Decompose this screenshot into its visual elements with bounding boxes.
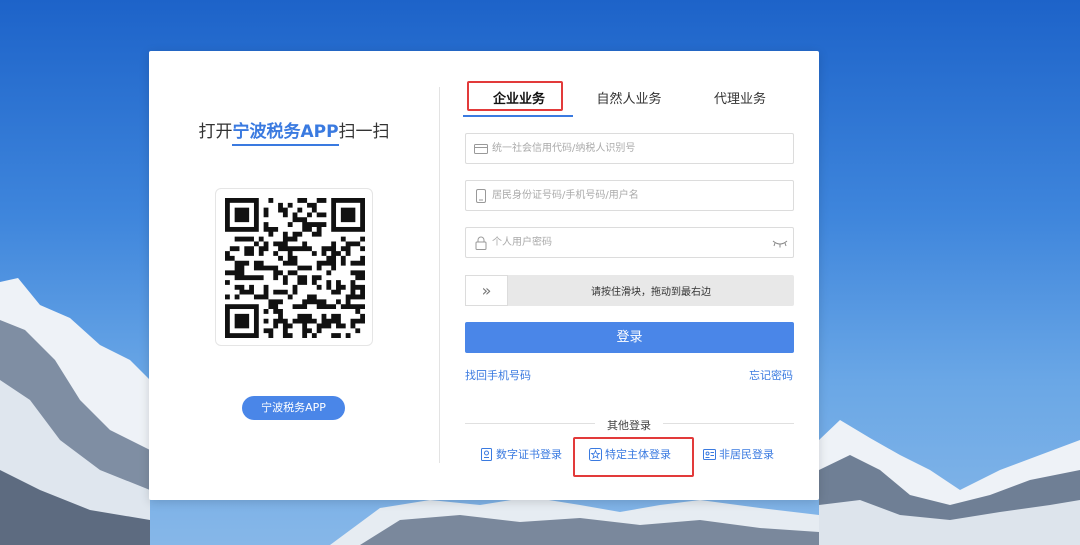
id-card-icon [703, 448, 716, 460]
find-phone-link[interactable]: 找回手机号码 [465, 367, 531, 383]
certificate-login-link[interactable]: 数字证书登录 [480, 446, 562, 462]
id-field[interactable] [465, 180, 794, 211]
phone-icon [466, 188, 492, 203]
id-input[interactable] [492, 181, 793, 210]
forgot-password-link[interactable]: 忘记密码 [749, 367, 793, 383]
password-field[interactable] [465, 227, 794, 258]
highlight-box-specific-entity [573, 437, 694, 477]
certificate-icon [481, 447, 492, 461]
card-icon [466, 143, 492, 155]
scan-prefix: 打开 [198, 122, 233, 142]
non-resident-login-label: 非居民登录 [719, 448, 774, 461]
tab-natural-person[interactable]: 自然人业务 [581, 88, 677, 112]
scan-app-name: 宁波税务APP [232, 122, 339, 142]
login-card: 打开宁波税务APP扫一扫 宁波税务APP 企业业务 自然人业务 代理业务 » [149, 51, 819, 500]
slider-captcha[interactable]: » 请按住滑块，拖动到最右边 [465, 275, 794, 306]
qr-code [215, 188, 373, 346]
active-tab-indicator [463, 115, 573, 117]
scan-suffix: 扫一扫 [338, 122, 390, 142]
highlight-box-tab [467, 81, 563, 111]
double-chevron-right-icon: » [481, 281, 492, 300]
other-login-divider-left [465, 423, 595, 424]
login-button[interactable]: 登录 [465, 322, 794, 353]
tab-agent[interactable]: 代理业务 [699, 88, 781, 112]
slider-handle[interactable]: » [465, 275, 508, 306]
credit-code-field[interactable] [465, 133, 794, 164]
qr-code-icon [225, 198, 365, 338]
certificate-login-label: 数字证书登录 [496, 448, 562, 461]
app-download-button[interactable]: 宁波税务APP [242, 396, 345, 420]
panel-divider [439, 87, 440, 463]
credit-code-input[interactable] [492, 134, 793, 163]
eye-closed-icon[interactable] [767, 238, 793, 248]
non-resident-login-link[interactable]: 非居民登录 [703, 446, 774, 462]
password-input[interactable] [492, 228, 767, 257]
slider-instruction: 请按住滑块，拖动到最右边 [591, 287, 711, 298]
lock-icon [466, 236, 492, 250]
scan-instruction: 打开宁波税务APP扫一扫 [149, 117, 439, 142]
other-login-title: 其他登录 [607, 419, 651, 432]
other-login-divider-right [663, 423, 794, 424]
